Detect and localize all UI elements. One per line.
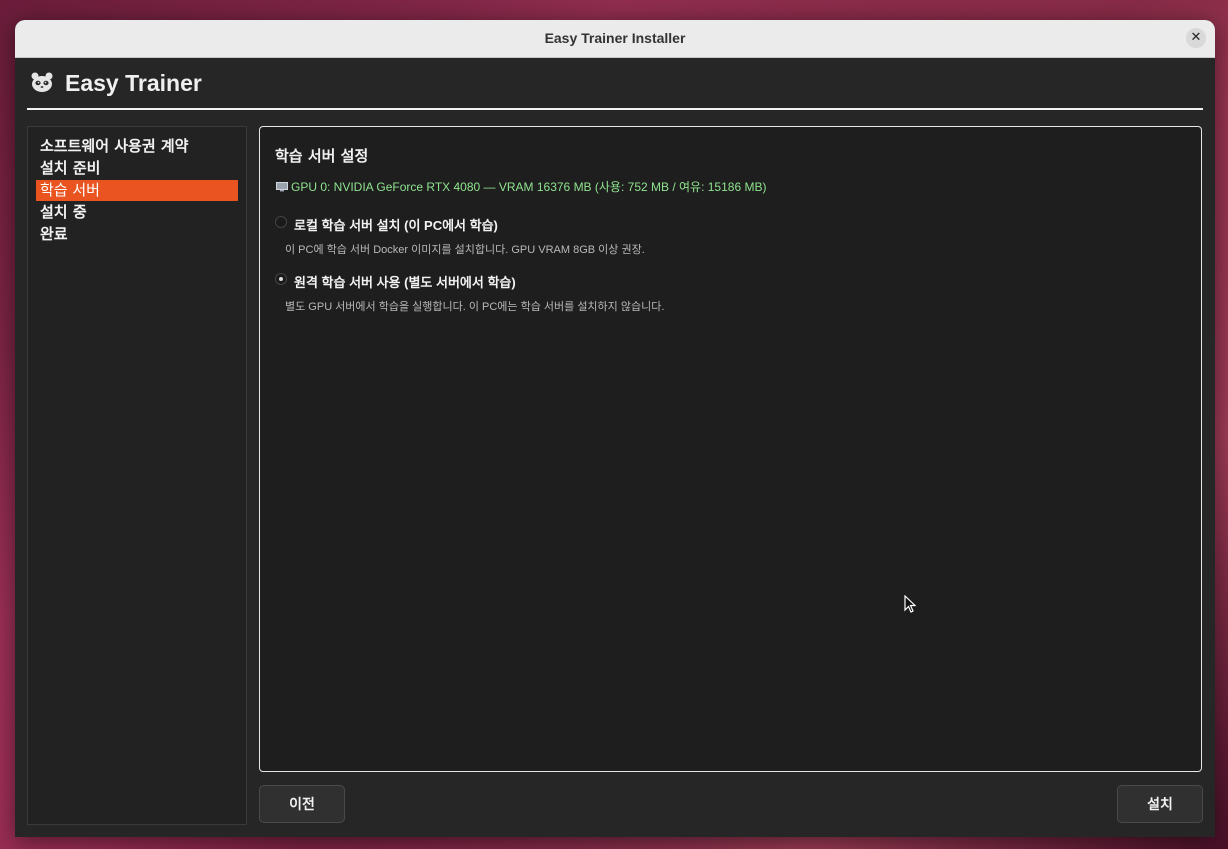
local-server-description: 이 PC에 학습 서버 Docker 이미지를 설치합니다. GPU VRAM … (285, 244, 645, 256)
step-sidebar: 소프트웨어 사용권 계약 설치 준비 학습 서버 설치 중 완료 (27, 126, 247, 825)
mouse-cursor-icon (904, 595, 916, 613)
panda-icon (31, 72, 53, 92)
app-header: Easy Trainer (27, 68, 1203, 110)
monitor-icon (276, 182, 288, 192)
gpu-info-text: GPU 0: NVIDIA GeForce RTX 4080 — VRAM 16… (291, 180, 767, 194)
remote-server-radio[interactable] (275, 273, 287, 285)
remote-server-label[interactable]: 원격 학습 서버 사용 (별도 서버에서 학습) (294, 272, 516, 291)
sidebar-item-license: 소프트웨어 사용권 계약 (40, 137, 189, 155)
app-title: Easy Trainer (65, 70, 202, 96)
sidebar-item-installing: 설치 중 (40, 203, 87, 221)
install-button[interactable]: 설치 (1117, 785, 1203, 823)
sidebar-item-training-server: 학습 서버 (36, 180, 238, 201)
gpu-info: GPU 0: NVIDIA GeForce RTX 4080 — VRAM 16… (276, 178, 766, 195)
local-server-radio[interactable] (275, 216, 287, 228)
close-button[interactable]: ✕ (1186, 28, 1206, 48)
installer-window: Easy Trainer Installer ✕ Easy Trainer 소프… (15, 20, 1215, 837)
local-server-label[interactable]: 로컬 학습 서버 설치 (이 PC에서 학습) (294, 215, 498, 234)
remote-server-description: 별도 GPU 서버에서 학습을 실행합니다. 이 PC에는 학습 서버를 설치하… (285, 301, 665, 313)
sidebar-item-prepare: 설치 준비 (40, 159, 101, 177)
title-bar[interactable]: Easy Trainer Installer ✕ (15, 20, 1215, 58)
main-panel: 학습 서버 설정 GPU 0: NVIDIA GeForce RTX 4080 … (259, 126, 1202, 772)
page-title: 학습 서버 설정 (275, 147, 369, 165)
window-title: Easy Trainer Installer (544, 30, 686, 46)
sidebar-item-done: 완료 (40, 225, 68, 243)
close-icon: ✕ (1190, 30, 1202, 45)
back-button[interactable]: 이전 (259, 785, 345, 823)
